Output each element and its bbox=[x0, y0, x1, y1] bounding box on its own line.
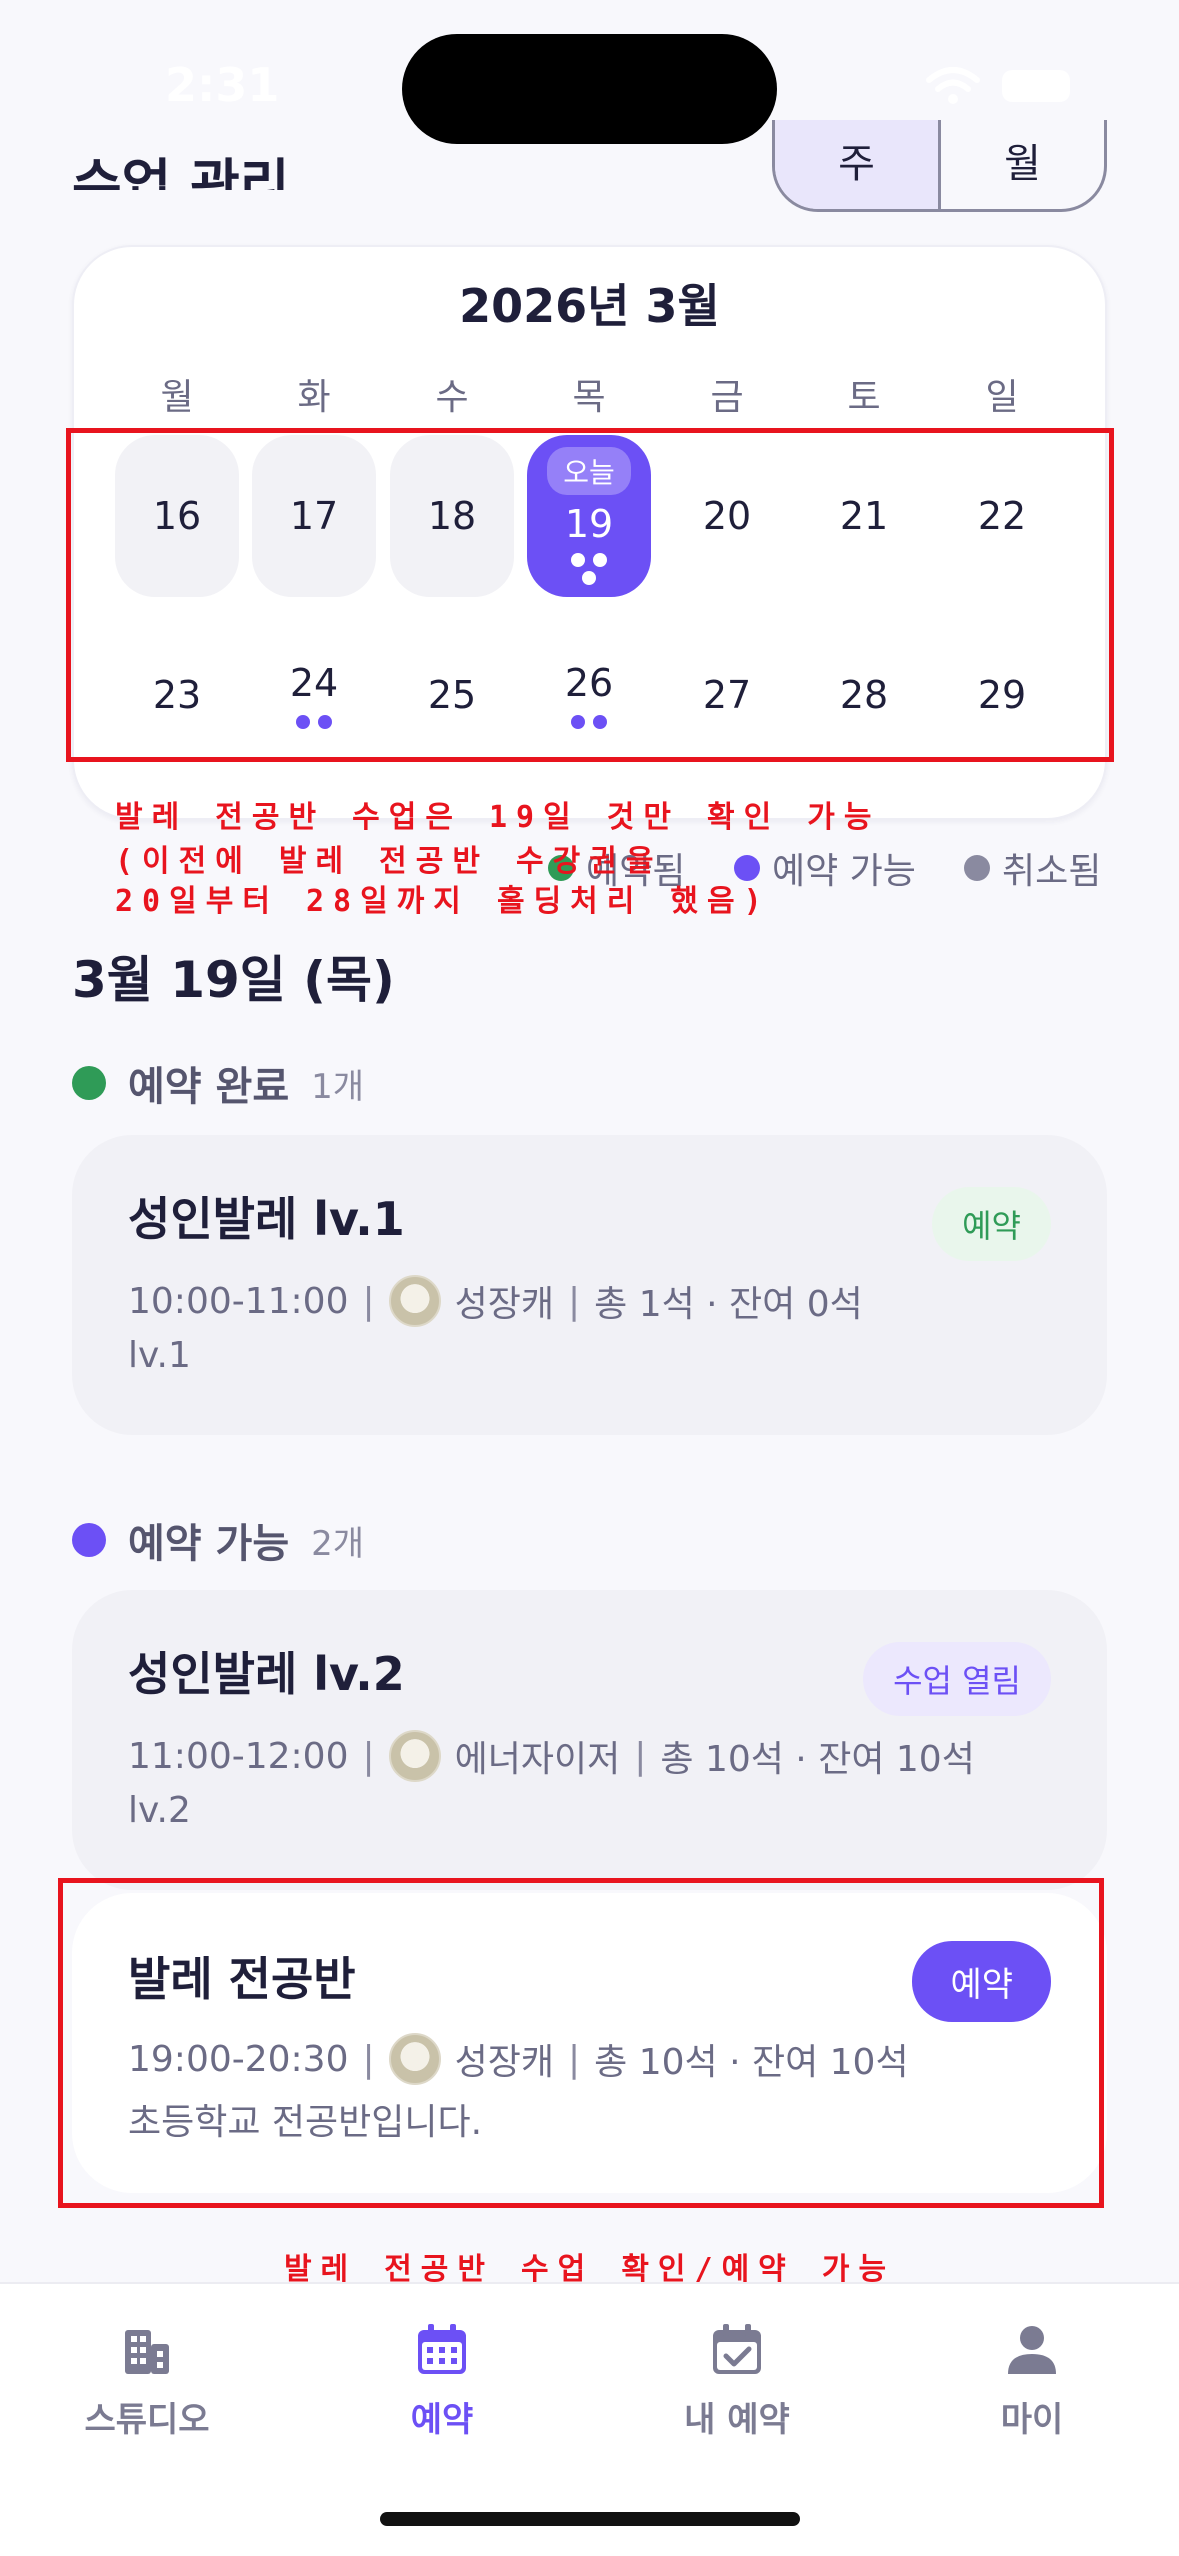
weekday-label: 수 bbox=[435, 377, 469, 418]
toggle-month[interactable]: 월 bbox=[938, 120, 1104, 209]
tab-studio[interactable]: 스튜디오 bbox=[47, 2322, 247, 2441]
weekday-label: 토 bbox=[847, 377, 881, 418]
battery-icon bbox=[1002, 70, 1070, 102]
class-meta: 11:00-12:00 | 에너자이저 | 총 10석 · 잔여 10석 bbox=[128, 1730, 975, 1782]
weekday-label: 화 bbox=[297, 377, 331, 418]
legend-cancelled: 취소됨 bbox=[964, 842, 1101, 894]
status-badge: 수업 열림 bbox=[863, 1642, 1051, 1716]
section-header-available: 예약 가능 2개 bbox=[72, 1511, 364, 1569]
annotation-text: (이전에 발레 전공반 수강권을 bbox=[115, 844, 663, 879]
weekday-label: 목 bbox=[572, 377, 606, 418]
annotation-text: 발레 전공반 수업은 19일 것만 확인 가능 bbox=[115, 800, 881, 835]
class-description: lv.2 bbox=[128, 1790, 191, 1831]
annotation-text: 20일부터 28일까지 홀딩처리 했음) bbox=[115, 884, 771, 919]
class-card[interactable]: 성인발레 lv.2 수업 열림 11:00-12:00 | 에너자이저 | 총 10… bbox=[72, 1590, 1107, 1890]
status-time: 2:31 bbox=[165, 58, 280, 112]
wifi-icon bbox=[926, 67, 980, 104]
annotation-box bbox=[66, 428, 1114, 762]
home-indicator bbox=[380, 2512, 800, 2526]
weekday-label: 월 bbox=[160, 377, 194, 418]
calendar-title: 2026년 3월 bbox=[459, 279, 720, 333]
avatar bbox=[388, 1730, 441, 1782]
tab-reservation[interactable]: 예약 bbox=[342, 2322, 542, 2441]
weekday-label: 일 bbox=[985, 377, 1019, 418]
page-title: 수업 관리 bbox=[72, 153, 290, 190]
class-meta: 10:00-11:00 | 성장캐 | 총 1석 · 잔여 0석 bbox=[128, 1275, 863, 1327]
annotation-box bbox=[58, 1878, 1104, 2208]
selected-date-heading: 3월 19일 (목) bbox=[72, 951, 395, 1009]
view-toggle[interactable]: 주 월 bbox=[772, 120, 1107, 212]
tab-my-page[interactable]: 마이 bbox=[932, 2322, 1132, 2441]
calendar-icon bbox=[418, 2324, 466, 2374]
class-description: lv.1 bbox=[128, 1335, 191, 1376]
toggle-week[interactable]: 주 bbox=[775, 120, 938, 209]
class-card[interactable]: 성인발레 lv.1 예약 10:00-11:00 | 성장캐 | 총 1석 · 잔여… bbox=[72, 1135, 1107, 1435]
person-icon bbox=[1008, 2326, 1056, 2374]
tab-my-reservations[interactable]: 내 예약 bbox=[637, 2322, 837, 2441]
class-title: 성인발레 lv.2 bbox=[128, 1647, 405, 1701]
calendar-check-icon bbox=[713, 2324, 761, 2374]
class-title: 성인발레 lv.1 bbox=[128, 1192, 405, 1246]
section-header-done: 예약 완료 1개 bbox=[72, 1054, 364, 1112]
status-badge: 예약 bbox=[932, 1187, 1051, 1261]
dynamic-island bbox=[402, 34, 777, 144]
avatar bbox=[388, 1275, 441, 1327]
building-icon bbox=[125, 2330, 169, 2374]
weekday-label: 금 bbox=[710, 377, 744, 418]
